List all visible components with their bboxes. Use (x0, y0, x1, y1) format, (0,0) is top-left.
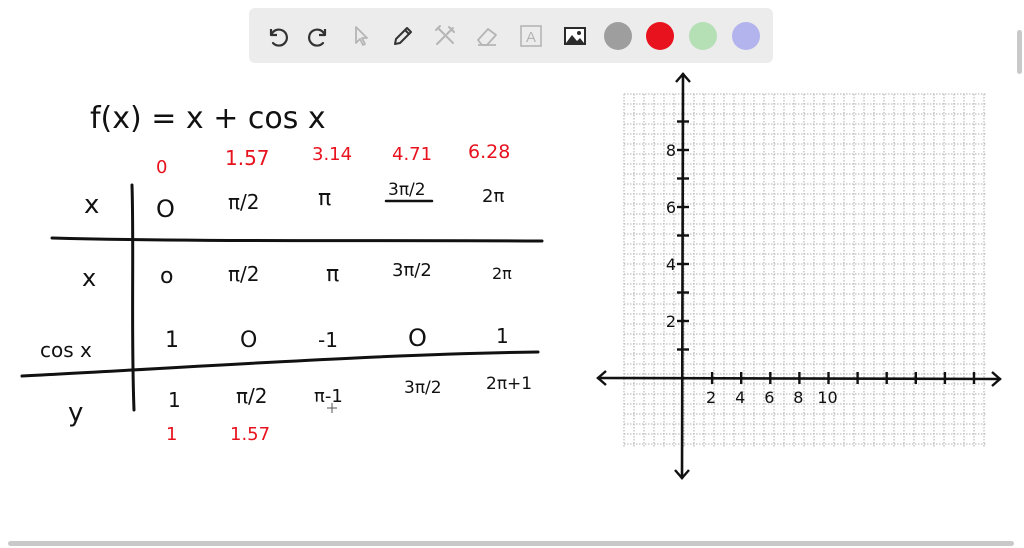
tools-icon (435, 25, 455, 45)
y-tick-label: 6 (666, 198, 676, 217)
whiteboard-canvas[interactable]: f(x) = x + cos x 0 1.57 3.14 4.71 6.28 x… (0, 70, 1016, 540)
table-header-cell: O (156, 195, 175, 223)
row-label-x: x (82, 264, 97, 292)
table-header-cell: π/2 (228, 190, 260, 214)
table-cell: 1 (165, 328, 179, 353)
pointer-icon (355, 26, 368, 46)
undo-button[interactable] (260, 19, 294, 53)
y-tick-label: 2 (666, 312, 676, 331)
pen-icon (394, 27, 412, 45)
y-tick-label: 4 (666, 255, 676, 274)
redo-button[interactable] (302, 19, 336, 53)
toolbar: A (249, 8, 773, 63)
table-cell: π/2 (228, 262, 260, 286)
row-label-y: y (68, 398, 84, 428)
text-icon: A (520, 25, 542, 47)
image-button[interactable] (558, 19, 592, 53)
svg-text:A: A (526, 29, 536, 46)
pen-button[interactable] (386, 19, 420, 53)
table-header-cell: 3π/2 (388, 180, 426, 200)
table-cell: O (240, 328, 258, 353)
table-cell: 3π/2 (404, 378, 442, 398)
x-tick-label: 2 (706, 388, 716, 407)
x-tick-label: 10 (817, 388, 837, 407)
row-label-cos-x: cos x (40, 338, 92, 362)
y-tick-label: 8 (666, 141, 676, 160)
x-tick-label: 6 (764, 388, 774, 407)
color-swatch-red[interactable] (646, 22, 674, 50)
table-cell: 2π (492, 264, 512, 283)
table-cell: -1 (318, 328, 338, 352)
eraser-button[interactable] (470, 19, 504, 53)
table-cell: 3π/2 (392, 260, 432, 281)
bottom-value-0: 1 (166, 424, 178, 445)
table-header-cell: π (318, 186, 332, 211)
coordinate-grid: 2 4 6 8 108642 (596, 72, 1002, 480)
select-button[interactable] (344, 19, 378, 53)
table-cell: o (160, 264, 174, 289)
table-cell: 1 (496, 324, 509, 348)
color-swatch-gray[interactable] (604, 22, 632, 50)
table-cell: 1 (168, 388, 181, 412)
x-tick-label: 8 (793, 388, 803, 407)
table-cell: O (408, 324, 427, 352)
crosshair-icon (327, 403, 337, 413)
horizontal-scrollbar[interactable] (8, 541, 1014, 546)
bottom-value-1: 1.57 (230, 424, 271, 445)
table-cell: π/2 (236, 384, 268, 408)
table-cell: 2π+1 (486, 374, 533, 394)
color-swatch-purple[interactable] (732, 22, 760, 50)
undo-icon (269, 28, 288, 47)
table-header-cell: 2π (482, 186, 505, 207)
table-cell: π (326, 262, 340, 287)
eraser-icon (477, 28, 497, 46)
image-icon (564, 27, 586, 45)
x-tick-label: 4 (735, 388, 745, 407)
vertical-scrollbar[interactable] (1017, 30, 1022, 74)
tools-button[interactable] (428, 19, 462, 53)
table-header-label: x (84, 190, 100, 220)
redo-icon (308, 28, 327, 47)
color-swatch-green[interactable] (689, 22, 717, 50)
text-button[interactable]: A (514, 19, 548, 53)
